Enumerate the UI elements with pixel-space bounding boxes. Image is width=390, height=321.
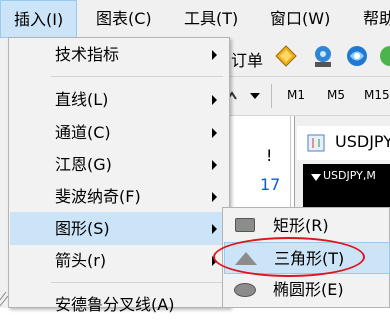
submenu-item-ellipse[interactable]: 椭圆形(E) xyxy=(224,274,390,306)
menu-separator xyxy=(51,76,223,77)
menu-item-arrows[interactable]: 箭头(r) xyxy=(10,244,230,277)
main-toolbar: 订单 xyxy=(222,38,390,77)
menu-separator xyxy=(51,282,223,283)
submenu-arrow-icon xyxy=(212,160,217,170)
chart-window-titlebar[interactable]: USDJPY xyxy=(297,126,390,160)
annotation-highlight-ellipse xyxy=(213,237,365,277)
menu-item-label: 通道(C) xyxy=(55,123,111,142)
submenu-arrow-icon xyxy=(212,128,217,138)
menu-item-label: 箭头(r) xyxy=(55,251,107,270)
left-edge-panel xyxy=(0,38,8,308)
menu-item-gann[interactable]: 江恩(G) xyxy=(10,148,230,181)
resize-grip-icon xyxy=(0,291,8,307)
menu-item-label: 斐波纳奇(F) xyxy=(55,187,141,206)
timeframe-m5[interactable]: M5 xyxy=(327,88,345,102)
vps-icon[interactable] xyxy=(377,43,390,69)
timeframe-m1[interactable]: M1 xyxy=(287,88,305,102)
submenu-arrow-icon xyxy=(212,50,217,60)
menu-item-label: 直线(L) xyxy=(55,90,109,109)
menu-item-fibonacci[interactable]: 斐波纳奇(F) xyxy=(10,180,230,213)
menu-item-indicators[interactable]: 技术指标 xyxy=(10,38,230,71)
menu-tools[interactable]: 工具(T) xyxy=(184,0,238,38)
submenu-arrow-icon xyxy=(212,95,217,105)
menu-window[interactable]: 窗口(W) xyxy=(270,0,330,38)
timeframe-m15[interactable]: M15 xyxy=(364,88,390,102)
menu-item-label: 江恩(G) xyxy=(55,155,112,174)
menu-item-lines[interactable]: 直线(L) xyxy=(10,83,230,116)
insert-menu-dropdown: 技术指标 直线(L) 通道(C) 江恩(G) 斐波纳奇(F) 图形(S) 箭头(… xyxy=(8,37,230,314)
panel-exclaim-header: ! xyxy=(266,146,273,165)
chart-symbol-label: USDJPY,M xyxy=(323,169,376,182)
menu-item-shapes[interactable]: 图形(S) xyxy=(10,212,230,245)
submenu-arrow-icon xyxy=(212,192,217,202)
autotrade-icon[interactable] xyxy=(274,44,298,68)
toolbar-separator xyxy=(271,84,272,108)
menu-item-label: 技术指标 xyxy=(55,45,120,64)
rectangle-icon xyxy=(235,218,255,232)
panel-value: 17 xyxy=(260,175,281,194)
menu-bar: 插入(I) 图表(C) 工具(T) 窗口(W) 帮助 xyxy=(0,0,390,39)
new-order-label[interactable]: 订单 xyxy=(231,47,263,71)
chart-symbol-dropdown-icon[interactable] xyxy=(311,174,321,181)
ellipse-icon xyxy=(234,283,256,297)
menu-help[interactable]: 帮助 xyxy=(363,0,390,38)
menu-charts[interactable]: 图表(C) xyxy=(96,0,152,38)
signals-icon[interactable] xyxy=(310,43,336,69)
menu-item-label: 图形(S) xyxy=(55,219,110,238)
market-icon[interactable] xyxy=(344,43,370,69)
line-studies-dropdown-icon[interactable] xyxy=(224,87,264,105)
chart-window-icon xyxy=(307,134,325,152)
menu-item-channels[interactable]: 通道(C) xyxy=(10,116,230,149)
menu-item-label: 安德鲁分叉线(A) xyxy=(55,295,175,314)
submenu-arrow-icon xyxy=(212,224,217,234)
submenu-item-label: 椭圆形(E) xyxy=(273,280,344,299)
menu-item-andrews-pitchfork[interactable]: 安德鲁分叉线(A) xyxy=(10,288,230,321)
menu-insert[interactable]: 插入(I) xyxy=(0,0,77,38)
chart-window-title: USDJPY xyxy=(335,132,390,151)
